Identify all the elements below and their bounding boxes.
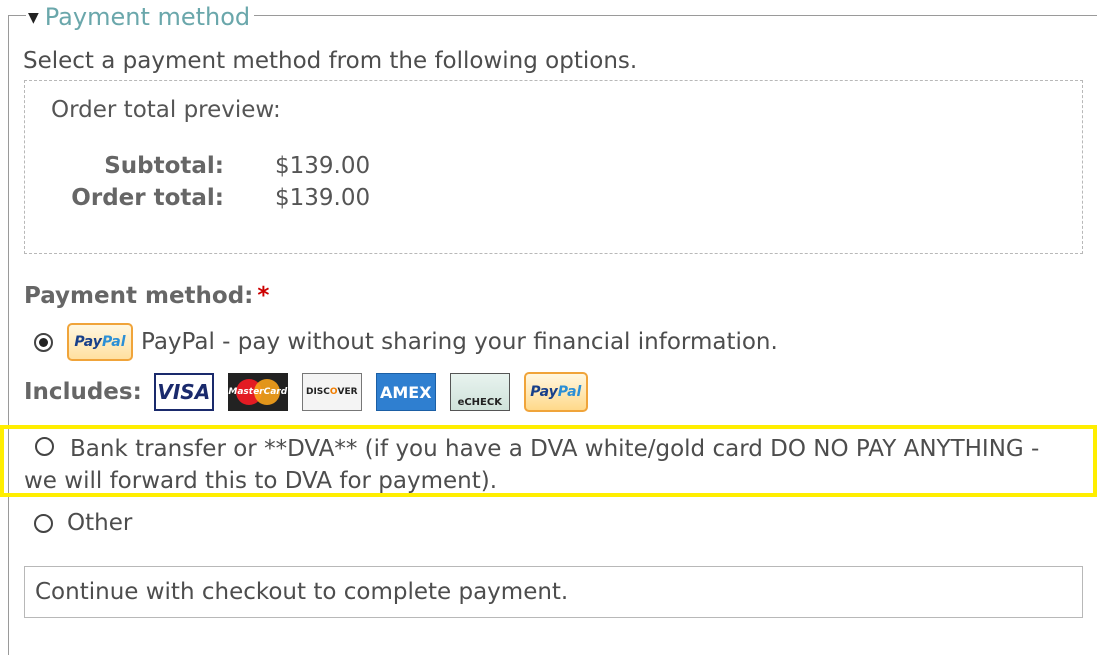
required-marker: * xyxy=(257,283,270,309)
echeck-logo-icon: eCHECK xyxy=(449,373,510,411)
fieldset-legend[interactable]: ▼ Payment method xyxy=(26,2,255,32)
subtotal-row: Subtotal: $139.00 xyxy=(25,153,1082,185)
payment-method-label-text: Payment method: xyxy=(24,283,254,309)
order-total-value: $139.00 xyxy=(275,185,371,211)
discover-logo-icon: DISC O VER xyxy=(301,373,362,411)
discover-text-a: DISC xyxy=(305,387,330,397)
discover-text-b: VER xyxy=(337,387,358,397)
paypal-radio[interactable] xyxy=(34,332,53,352)
paypal-small-logo-icon: Pay Pal xyxy=(523,372,588,412)
option-other[interactable]: Other xyxy=(34,510,132,536)
payment-method-label: Payment method: * xyxy=(24,283,269,309)
checkout-note: Continue with checkout to complete payme… xyxy=(24,566,1083,618)
caret-down-icon: ▼ xyxy=(28,10,39,26)
mastercard-logo-icon: MasterCard xyxy=(227,373,288,411)
paypal-small-pal: Pal xyxy=(557,384,582,400)
paypal-logo-icon: Pay Pal xyxy=(67,323,133,361)
totals-table: Subtotal: $139.00 Order total: $139.00 xyxy=(25,153,1082,217)
subtotal-value: $139.00 xyxy=(275,153,371,179)
bank-transfer-option-label[interactable]: Bank transfer or **DVA** (if you have a … xyxy=(24,433,1064,497)
paypal-option-label[interactable]: PayPal - pay without sharing your financ… xyxy=(141,329,778,355)
amex-logo-icon: AMEX xyxy=(375,373,436,411)
includes-row: Includes: VISA MasterCard DISC O VER AMEX … xyxy=(24,372,602,412)
visa-logo-icon: VISA xyxy=(153,373,214,411)
paypal-small-pay: Pay xyxy=(530,384,558,400)
intro-text: Select a payment method from the followi… xyxy=(23,48,638,74)
paypal-logo-pay: Pay xyxy=(74,334,102,350)
paypal-logo-pal: Pal xyxy=(101,334,126,350)
mastercard-logo-text: MasterCard xyxy=(228,387,288,397)
includes-label: Includes: xyxy=(24,379,142,405)
option-paypal[interactable]: Pay Pal PayPal - pay without sharing your… xyxy=(34,323,778,361)
other-radio[interactable] xyxy=(34,513,53,533)
preview-title: Order total preview: xyxy=(51,97,281,123)
legend-text: Payment method xyxy=(44,3,251,31)
discover-text-o: O xyxy=(329,387,338,397)
option-bank-transfer-highlight[interactable]: Bank transfer or **DVA** (if you have a … xyxy=(0,425,1097,497)
subtotal-label: Subtotal: xyxy=(104,153,224,179)
order-total-row: Order total: $139.00 xyxy=(25,185,1082,217)
order-total-label: Order total: xyxy=(71,185,224,211)
order-total-preview: Order total preview: Subtotal: $139.00 O… xyxy=(24,80,1083,254)
other-option-label[interactable]: Other xyxy=(67,510,132,536)
